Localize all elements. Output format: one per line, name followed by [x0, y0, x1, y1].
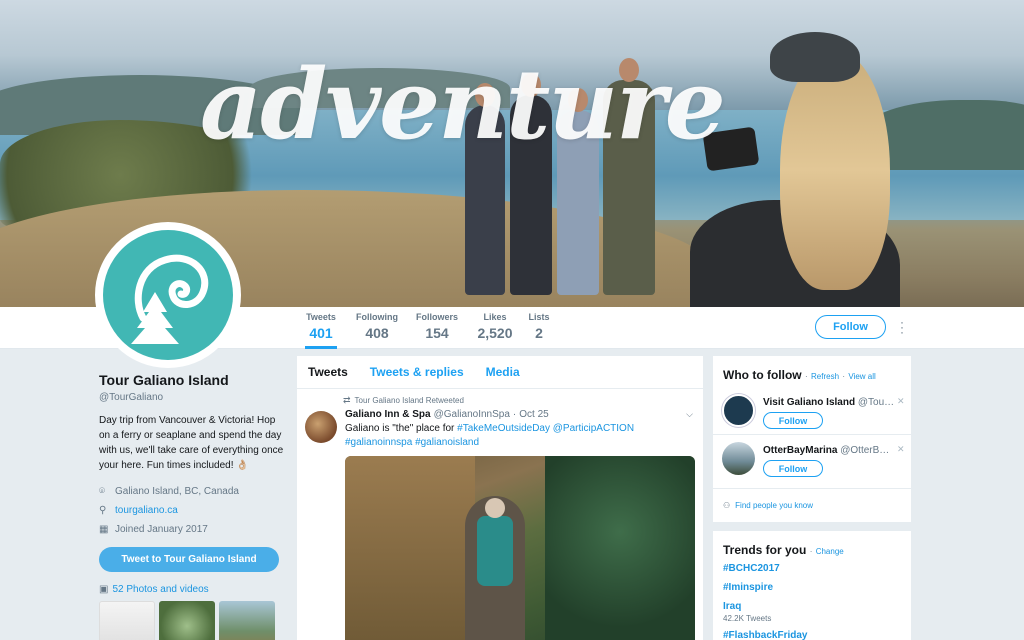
- photos-videos-link[interactable]: ▣ 52 Photos and videos: [99, 584, 284, 595]
- photos-label[interactable]: 52 Photos and videos: [112, 584, 208, 595]
- wave-tree-logo-icon: [131, 254, 209, 344]
- tweet-text: Galiano is "the" place for #TakeMeOutsid…: [345, 422, 693, 450]
- tweet-header: Galiano Inn & Spa @GalianoInnSpa · Oct 2…: [345, 409, 693, 420]
- website-link[interactable]: tourgaliano.ca: [115, 505, 178, 516]
- stat-tweets[interactable]: Tweets 401: [305, 312, 337, 349]
- profile-avatar[interactable]: [95, 222, 241, 368]
- photo-icon: ▣: [99, 584, 109, 595]
- chevron-down-icon[interactable]: ⌵: [686, 409, 693, 420]
- profile-sidebar: Tour Galiano Island @TourGaliano Day tri…: [99, 372, 284, 640]
- follow-button[interactable]: Follow: [815, 315, 886, 339]
- profile-name[interactable]: Tour Galiano Island: [99, 372, 284, 388]
- more-vertical-icon[interactable]: · · ·: [898, 316, 906, 338]
- hashtag-link[interactable]: #TakeMeOutsideDay: [457, 423, 550, 434]
- banner-photographer: [690, 20, 930, 307]
- tweet-author-name[interactable]: Galiano Inn & Spa: [345, 409, 431, 420]
- banner-headline: adventure: [200, 48, 726, 161]
- stat-label: Lists: [528, 312, 550, 322]
- timeline-tabs: Tweets Tweets & replies Media: [297, 356, 703, 389]
- profile-joined: ▦ Joined January 2017: [99, 523, 284, 536]
- stat-following[interactable]: Following 408: [356, 312, 398, 341]
- photo-thumbnail[interactable]: [159, 601, 215, 640]
- stat-value: 154: [425, 325, 449, 341]
- trend-item[interactable]: #BCHC2017: [723, 563, 780, 574]
- follow-button[interactable]: Follow: [763, 460, 823, 477]
- profile-website[interactable]: ⚲ tourgaliano.ca: [99, 504, 284, 517]
- mention-link[interactable]: @ParticipACTION: [553, 423, 634, 434]
- stat-followers[interactable]: Followers 154: [416, 312, 458, 341]
- link-icon: ⚲: [99, 505, 107, 516]
- trend-tweet-count: 42.2K Tweets: [723, 614, 772, 623]
- find-people-link[interactable]: ⚇ Find people you know: [723, 501, 813, 510]
- trend-item[interactable]: #FlashbackFriday: [723, 630, 807, 640]
- trends-header: Trends for you · Change: [723, 543, 844, 557]
- profile-bio: Day trip from Vancouver & Victoria! Hop …: [99, 415, 284, 471]
- tweet-separator: ·: [512, 409, 517, 420]
- hashtag-link[interactable]: #galianoinnspa: [345, 437, 412, 448]
- stat-label: Following: [356, 312, 398, 322]
- suggestion-name[interactable]: Visit Galiano Island @Tou…: [763, 397, 893, 408]
- tweet-author-avatar[interactable]: [305, 411, 337, 443]
- people-icon: ⚇: [723, 501, 731, 510]
- suggestion-handle: @Tou…: [857, 397, 893, 408]
- joined-text: Joined January 2017: [115, 524, 208, 535]
- stat-lists[interactable]: Lists 2: [528, 312, 550, 341]
- trend-item[interactable]: Iraq: [723, 601, 741, 612]
- divider: [713, 488, 911, 489]
- find-people-label[interactable]: Find people you know: [735, 501, 813, 510]
- divider: [713, 434, 911, 435]
- tweet-date[interactable]: Oct 25: [519, 409, 548, 420]
- retweet-icon: ⇄: [343, 395, 351, 405]
- suggestion-avatar[interactable]: [722, 394, 755, 427]
- trends-title: Trends for you: [723, 543, 807, 557]
- photo-thumbnails: [99, 601, 284, 640]
- tweet-media-photo[interactable]: [345, 456, 695, 640]
- suggestion-display-name[interactable]: OtterBayMarina: [763, 445, 837, 456]
- timeline: Tweets Tweets & replies Media ⇄ Tour Gal…: [297, 356, 703, 640]
- stat-value: 408: [365, 325, 389, 341]
- photo-thumbnail[interactable]: [99, 601, 155, 640]
- view-all-link[interactable]: View all: [848, 372, 875, 381]
- stat-label: Followers: [416, 312, 459, 322]
- header-separator: ·: [842, 372, 846, 381]
- stat-likes[interactable]: Likes 2,520: [476, 312, 514, 341]
- tweet[interactable]: ⇄ Tour Galiano Island Retweeted ⌵ Galian…: [297, 389, 703, 640]
- suggestion-name[interactable]: OtterBayMarina @OtterB…: [763, 445, 893, 456]
- location-pin-icon: ⌾: [99, 486, 105, 497]
- suggestion-handle: @OtterB…: [840, 445, 890, 456]
- close-icon[interactable]: ✕: [897, 396, 905, 407]
- suggestion-display-name[interactable]: Visit Galiano Island: [763, 397, 855, 408]
- stat-value: 2: [535, 325, 543, 341]
- stat-value: 2,520: [477, 325, 513, 341]
- hashtag-link[interactable]: #galianoisland: [415, 437, 479, 448]
- header-separator: ·: [809, 547, 813, 556]
- header-separator: ·: [804, 372, 808, 381]
- follow-button[interactable]: Follow: [763, 412, 823, 429]
- tab-tweets-replies[interactable]: Tweets & replies: [370, 365, 464, 379]
- trend-item[interactable]: #Iminspire: [723, 582, 773, 593]
- suggestion-avatar[interactable]: [722, 442, 755, 475]
- profile-location: ⌾ Galiano Island, BC, Canada: [99, 485, 284, 498]
- retweet-context: ⇄ Tour Galiano Island Retweeted: [343, 395, 693, 406]
- stat-value: 401: [309, 325, 333, 341]
- who-to-follow-panel: Who to follow · Refresh · View all Visit…: [713, 356, 911, 522]
- who-to-follow-header: Who to follow · Refresh · View all: [723, 368, 876, 382]
- who-to-follow-title: Who to follow: [723, 368, 802, 382]
- close-icon[interactable]: ✕: [897, 444, 905, 455]
- retweet-text[interactable]: Tour Galiano Island Retweeted: [355, 396, 464, 405]
- location-text: Galiano Island, BC, Canada: [115, 486, 239, 497]
- trends-panel: Trends for you · Change #BCHC2017 #Imins…: [713, 531, 911, 640]
- tweet-author-handle[interactable]: @GalianoInnSpa: [434, 409, 510, 420]
- refresh-link[interactable]: Refresh: [811, 372, 839, 381]
- profile-handle[interactable]: @TourGaliano: [99, 392, 284, 403]
- stat-label: Likes: [483, 312, 507, 322]
- tweet-text-body: Galiano is "the" place for: [345, 423, 458, 434]
- stat-label: Tweets: [306, 312, 336, 322]
- photo-thumbnail[interactable]: [219, 601, 275, 640]
- calendar-icon: ▦: [99, 524, 109, 535]
- change-link[interactable]: Change: [816, 547, 844, 556]
- tab-tweets[interactable]: Tweets: [308, 365, 348, 379]
- tweet-to-button[interactable]: Tweet to Tour Galiano Island: [99, 547, 279, 572]
- tab-media[interactable]: Media: [486, 365, 520, 379]
